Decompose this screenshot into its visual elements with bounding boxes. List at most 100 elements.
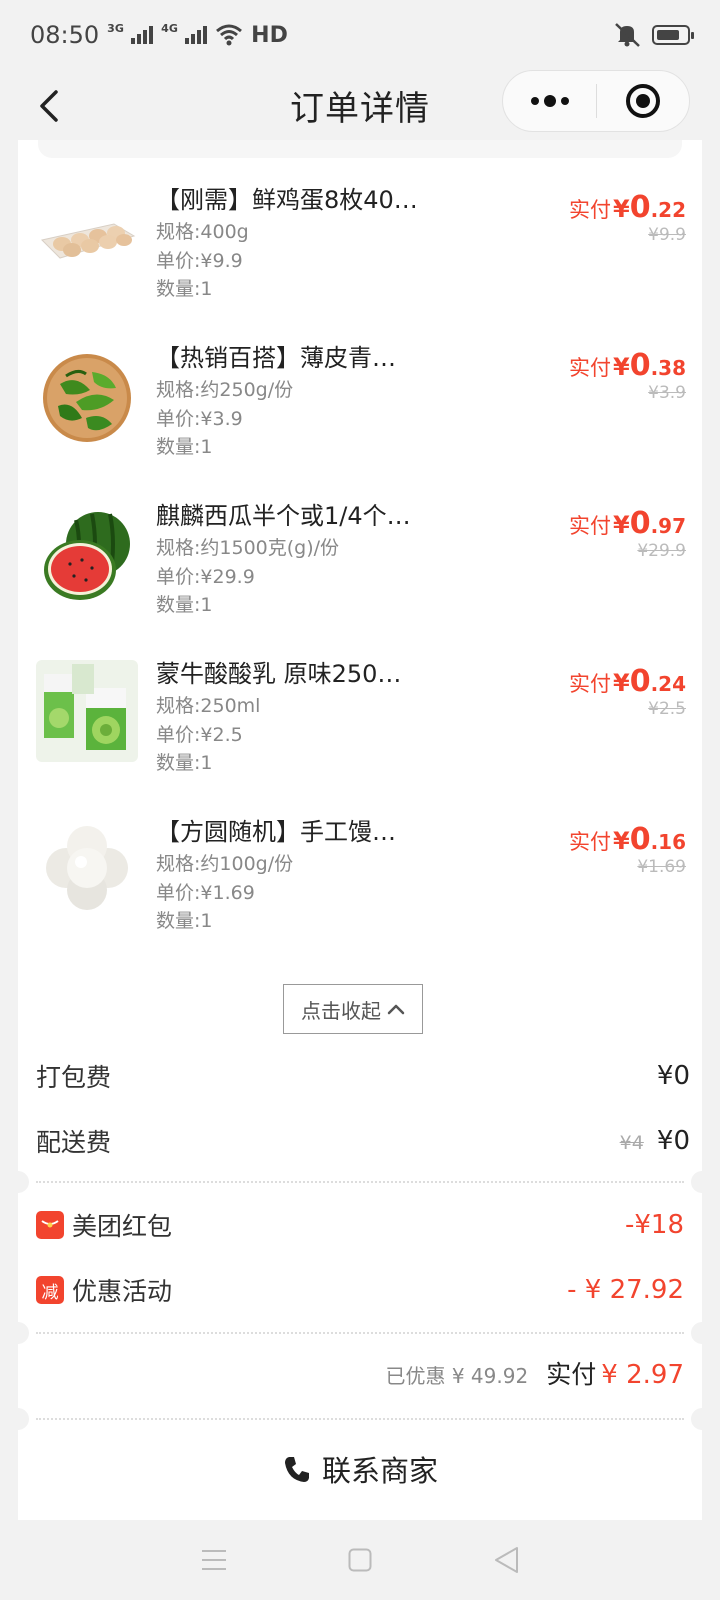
redpacket-label: 美团红包 bbox=[72, 1212, 173, 1241]
menu-icon[interactable] bbox=[201, 1548, 227, 1572]
product-spec: 规格:250ml bbox=[156, 695, 261, 717]
product-unit-price: 单价:¥1.69 bbox=[156, 881, 255, 904]
divider bbox=[36, 1418, 684, 1420]
item-price: 实付 ¥ 0 .38 ¥3.9 bbox=[569, 348, 686, 403]
list-item[interactable]: 麒麟西瓜半个或1/4个… 规格:约1500克(g)/份 单价:¥29.9 数量:… bbox=[18, 502, 702, 642]
paid-integer: 0 bbox=[629, 348, 651, 383]
packing-fee-row: 打包费 ¥0 bbox=[36, 1056, 690, 1096]
product-name: 蒙牛酸酸乳 原味250… bbox=[156, 660, 402, 688]
collapse-button[interactable]: 点击收起 bbox=[283, 984, 423, 1034]
product-spec: 规格:约100g/份 bbox=[156, 853, 294, 875]
paid-label: 实付 bbox=[568, 672, 611, 696]
collapse-label: 点击收起 bbox=[301, 998, 381, 1023]
list-item[interactable]: 【方圆随机】手工馒… 规格:约100g/份 单价:¥1.69 数量:1 实付 ¥… bbox=[18, 818, 702, 958]
product-spec: 规格:约1500克(g)/份 bbox=[156, 537, 340, 559]
signal-3g-icon: 3G bbox=[107, 22, 154, 44]
packing-fee-label: 打包费 bbox=[36, 1063, 112, 1092]
divider bbox=[36, 1332, 684, 1334]
battery-icon bbox=[652, 25, 694, 45]
original-price: ¥29.9 bbox=[637, 541, 686, 561]
wifi-icon bbox=[216, 24, 243, 46]
signal-4g-icon: 4G bbox=[161, 22, 208, 44]
list-item[interactable]: 蒙牛酸酸乳 原味250… 规格:250ml 单价:¥2.5 数量:1 实付 ¥ … bbox=[18, 660, 702, 800]
chevron-up-icon bbox=[387, 1004, 405, 1015]
redpacket-row: 美团红包 -¥18 bbox=[36, 1205, 684, 1245]
item-price: 实付 ¥ 0 .97 ¥29.9 bbox=[569, 506, 686, 561]
paid-integer: 0 bbox=[629, 506, 651, 541]
target-icon bbox=[625, 84, 660, 118]
promo-label: 优惠活动 bbox=[72, 1277, 173, 1306]
product-image-steamed-buns bbox=[36, 818, 138, 920]
card-top-edge bbox=[38, 140, 682, 158]
original-price: ¥9.9 bbox=[648, 225, 686, 245]
product-unit-price: 单价:¥3.9 bbox=[156, 407, 243, 430]
paid-integer: 0 bbox=[629, 190, 651, 225]
close-button[interactable] bbox=[597, 70, 689, 132]
product-name: 【方圆随机】手工馒… bbox=[156, 818, 396, 846]
total-paid-label: 实付 bbox=[546, 1360, 597, 1389]
paid-label: 实付 bbox=[568, 514, 611, 538]
mini-program-capsule bbox=[502, 70, 690, 132]
promo-value: - ¥ 27.92 bbox=[567, 1275, 684, 1305]
paid-label: 实付 bbox=[568, 830, 611, 854]
original-price: ¥2.5 bbox=[648, 699, 686, 719]
discount-icon: 减 bbox=[36, 1276, 64, 1304]
delivery-fee-value: ¥0 bbox=[656, 1126, 690, 1156]
product-name: 【刚需】鲜鸡蛋8枚40… bbox=[156, 186, 418, 214]
delivery-fee-original: ¥4 bbox=[619, 1132, 644, 1154]
ticket-notch bbox=[691, 1408, 702, 1430]
currency-symbol: ¥ bbox=[612, 195, 630, 223]
paid-integer: 0 bbox=[629, 822, 651, 857]
more-button[interactable] bbox=[503, 70, 596, 132]
divider bbox=[36, 1181, 684, 1183]
phone-icon bbox=[284, 1457, 309, 1482]
paid-decimal: .97 bbox=[650, 514, 686, 538]
packing-fee-value: ¥0 bbox=[656, 1061, 690, 1091]
system-navigation-bar bbox=[0, 1520, 720, 1600]
currency-symbol: ¥ bbox=[612, 669, 630, 697]
product-image-yogurt bbox=[36, 660, 138, 762]
original-price: ¥3.9 bbox=[648, 383, 686, 403]
page-title: 订单详情 bbox=[290, 88, 430, 129]
status-bar: 08:50 3G 4G HD bbox=[0, 0, 720, 70]
total-row: 已优惠 ¥ 49.92 实付 ¥ 2.97 bbox=[385, 1355, 684, 1391]
item-price: 实付 ¥ 0 .24 ¥2.5 bbox=[569, 664, 686, 719]
ticket-notch bbox=[691, 1322, 702, 1344]
paid-label: 实付 bbox=[568, 198, 611, 222]
product-quantity: 数量:1 bbox=[156, 278, 213, 300]
paid-decimal: .16 bbox=[650, 830, 686, 854]
product-unit-price: 单价:¥2.5 bbox=[156, 723, 243, 746]
ticket-notch bbox=[691, 1171, 702, 1193]
paid-decimal: .22 bbox=[650, 198, 686, 222]
paid-decimal: .24 bbox=[650, 672, 686, 696]
chevron-left-icon bbox=[40, 90, 58, 122]
hd-indicator: HD bbox=[251, 22, 288, 48]
list-item[interactable]: 【热销百搭】薄皮青… 规格:约250g/份 单价:¥3.9 数量:1 实付 ¥ … bbox=[18, 344, 702, 484]
product-quantity: 数量:1 bbox=[156, 436, 213, 458]
back-triangle-icon[interactable] bbox=[493, 1546, 519, 1574]
product-name: 麒麟西瓜半个或1/4个… bbox=[156, 502, 411, 530]
home-icon[interactable] bbox=[348, 1548, 372, 1572]
product-quantity: 数量:1 bbox=[156, 910, 213, 932]
currency-symbol: ¥ bbox=[612, 353, 630, 381]
contact-merchant-label: 联系商家 bbox=[321, 1454, 438, 1488]
product-image-watermelon bbox=[36, 502, 138, 604]
product-image-pepper bbox=[36, 344, 138, 446]
saved-amount: 已优惠 ¥ 49.92 bbox=[385, 1364, 529, 1388]
original-price: ¥1.69 bbox=[637, 857, 686, 877]
list-item[interactable]: 【刚需】鲜鸡蛋8枚40… 规格:400g 单价:¥9.9 数量:1 实付 ¥ 0… bbox=[18, 186, 702, 326]
red-packet-icon bbox=[36, 1211, 64, 1239]
status-time: 08:50 bbox=[30, 21, 100, 49]
product-image-eggs bbox=[36, 186, 138, 288]
total-paid-value: ¥ 2.97 bbox=[601, 1360, 684, 1390]
promo-row: 减 优惠活动 - ¥ 27.92 bbox=[36, 1270, 684, 1310]
paid-integer: 0 bbox=[629, 664, 651, 699]
contact-merchant-button[interactable]: 联系商家 bbox=[18, 1448, 702, 1490]
ticket-notch bbox=[18, 1171, 29, 1193]
delivery-fee-row: 配送费 ¥4 ¥0 bbox=[36, 1121, 690, 1161]
back-button[interactable] bbox=[28, 84, 72, 128]
redpacket-value: -¥18 bbox=[624, 1210, 684, 1240]
nav-bar: 订单详情 bbox=[0, 70, 720, 140]
order-card: 【刚需】鲜鸡蛋8枚40… 规格:400g 单价:¥9.9 数量:1 实付 ¥ 0… bbox=[18, 140, 702, 1520]
product-name: 【热销百搭】薄皮青… bbox=[156, 344, 396, 372]
